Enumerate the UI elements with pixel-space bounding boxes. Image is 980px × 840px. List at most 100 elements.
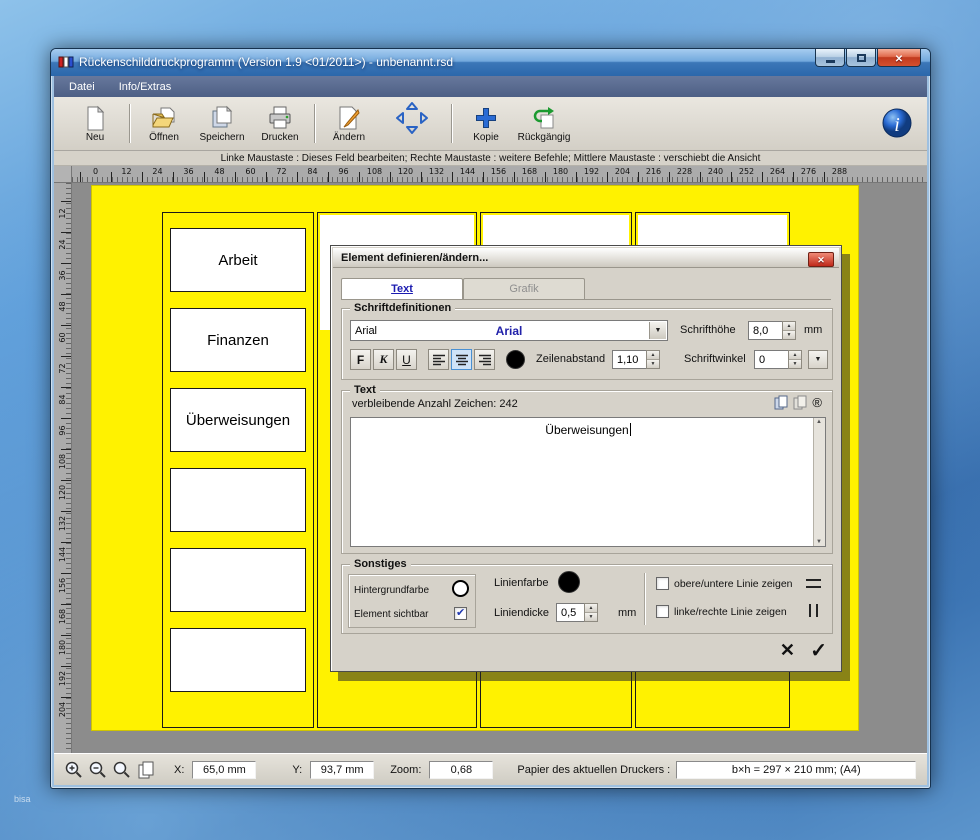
bold-button[interactable]: F	[350, 349, 371, 370]
registered-symbol[interactable]: ®	[812, 395, 822, 410]
new-button[interactable]: Neu	[66, 97, 124, 150]
spin-down-icon[interactable]	[789, 360, 801, 368]
ruler-tick: 60	[235, 166, 266, 182]
info-button[interactable]: i	[881, 107, 913, 139]
label-box[interactable]	[170, 468, 306, 532]
align-right-button[interactable]	[474, 349, 495, 370]
line-width-label: Liniendicke	[494, 607, 549, 619]
spin-down-icon[interactable]	[783, 331, 795, 339]
align-center-button[interactable]	[451, 349, 472, 370]
ruler-tick: 132	[421, 166, 452, 182]
window-close-button[interactable]	[877, 49, 921, 67]
ruler-tick: 144	[54, 542, 71, 573]
menu-bar: Datei Info/Extras	[54, 76, 927, 97]
edit-button[interactable]: Ändern	[320, 97, 378, 150]
label-box[interactable]	[170, 628, 306, 692]
ruler-tick: 204	[54, 697, 71, 728]
menu-item-datei[interactable]: Datei	[69, 81, 95, 93]
align-left-button[interactable]	[428, 349, 449, 370]
text-content: Überweisungen	[545, 423, 628, 437]
font-color-picker[interactable]	[506, 350, 525, 369]
paste-icon[interactable]	[793, 395, 808, 410]
spin-up-icon[interactable]	[789, 351, 801, 360]
window-titlebar[interactable]: Rückenschilddruckprogramm (Version 1.9 <…	[51, 49, 930, 76]
minimize-button[interactable]	[815, 49, 845, 67]
copy-button[interactable]: Kopie	[457, 97, 515, 150]
print-button[interactable]: Drucken	[251, 97, 309, 150]
ruler-tick: 84	[54, 387, 71, 418]
tab-grafik[interactable]: Grafik	[463, 278, 585, 299]
zoom-out-icon[interactable]	[88, 760, 108, 780]
open-button[interactable]: Öffnen	[135, 97, 193, 150]
font-family-select[interactable]: Arial Arial	[350, 320, 668, 341]
font-size-spinner[interactable]: 8,0	[748, 321, 796, 340]
ruler-tick: 144	[452, 166, 483, 182]
scrollbar[interactable]	[813, 418, 825, 546]
ruler-tick: 72	[266, 166, 297, 182]
line-spacing-label: Zeilenabstand	[536, 353, 605, 365]
label-column-1: Arbeit Finanzen Überweisungen	[162, 212, 314, 728]
label-box[interactable]	[170, 548, 306, 612]
misc-group: Sonstiges Hintergrundfarbe Element sicht…	[341, 564, 833, 634]
label-text: Überweisungen	[186, 412, 290, 429]
text-input-area[interactable]: Überweisungen	[350, 417, 826, 547]
line-width-spinner[interactable]: 0,5	[556, 603, 598, 622]
spin-down-icon[interactable]	[585, 613, 597, 621]
vlines-checkbox[interactable]	[656, 605, 669, 618]
dialog-ok-button[interactable]: ✓	[810, 638, 827, 663]
spin-down-icon[interactable]	[647, 360, 659, 368]
ruler-tick: 108	[54, 449, 71, 480]
window-title: Rückenschilddruckprogramm (Version 1.9 <…	[79, 55, 453, 69]
paper-label: Papier des aktuellen Druckers :	[517, 764, 670, 776]
label-box[interactable]: Arbeit	[170, 228, 306, 292]
line-color-picker[interactable]	[558, 571, 580, 593]
zoom-in-icon[interactable]	[64, 760, 84, 780]
hlines-checkbox[interactable]	[656, 577, 669, 590]
dialog-titlebar[interactable]: Element definieren/ändern...	[333, 248, 839, 268]
misc-legend: Sonstiges	[350, 558, 411, 570]
spin-up-icon[interactable]	[585, 604, 597, 613]
spin-up-icon[interactable]	[647, 351, 659, 360]
dialog-cancel-button[interactable]: ✕	[780, 640, 795, 661]
new-document-icon	[82, 105, 108, 131]
maximize-button[interactable]	[846, 49, 876, 67]
paper-field: b×h = 297 × 210 mm; (A4)	[676, 761, 916, 779]
ruler-vertical: 1224364860728496108120132144156168180192…	[54, 183, 72, 753]
chevron-down-icon[interactable]	[649, 322, 666, 339]
undo-arrow-icon	[531, 105, 557, 131]
zoom-reset-icon[interactable]	[112, 760, 132, 780]
y-position-field: 93,7 mm	[310, 761, 374, 779]
status-bar: X: 65,0 mm Y: 93,7 mm Zoom: 0,68 Papier …	[54, 753, 927, 785]
save-button[interactable]: Speichern	[193, 97, 251, 150]
svg-text:i: i	[894, 114, 900, 136]
tab-text[interactable]: Text	[341, 278, 463, 299]
page-preview-icon[interactable]	[136, 760, 156, 780]
ruler-tick: 24	[54, 232, 71, 263]
menu-item-info-extras[interactable]: Info/Extras	[119, 81, 172, 93]
font-angle-label: Schriftwinkel	[684, 353, 746, 365]
font-angle-spinner[interactable]: 0	[754, 350, 802, 369]
move-view-button[interactable]	[378, 97, 446, 150]
desktop-watermark: bisa	[14, 794, 31, 804]
maximize-icon	[857, 54, 866, 62]
text-legend: Text	[350, 384, 380, 396]
undo-button[interactable]: Rückgängig	[515, 97, 573, 150]
angle-dropdown-button[interactable]	[808, 350, 828, 369]
ruler-corner	[54, 166, 72, 183]
ruler-tick: 180	[545, 166, 576, 182]
copy-icon[interactable]	[774, 395, 789, 410]
dialog-close-button[interactable]	[808, 252, 834, 267]
italic-button[interactable]: K	[373, 349, 394, 370]
underline-button[interactable]: U	[396, 349, 417, 370]
toolbar-separator	[314, 104, 315, 143]
bg-color-picker[interactable]	[452, 580, 469, 597]
element-visible-checkbox[interactable]	[454, 607, 467, 620]
label-text: Arbeit	[218, 252, 257, 269]
window-close-icon	[895, 49, 903, 67]
spin-up-icon[interactable]	[783, 322, 795, 331]
minimize-icon	[826, 60, 835, 63]
line-spacing-spinner[interactable]: 1,10	[612, 350, 660, 369]
label-box[interactable]: Finanzen	[170, 308, 306, 372]
element-dialog: Element definieren/ändern... Text Grafik…	[330, 245, 842, 672]
label-box[interactable]: Überweisungen	[170, 388, 306, 452]
